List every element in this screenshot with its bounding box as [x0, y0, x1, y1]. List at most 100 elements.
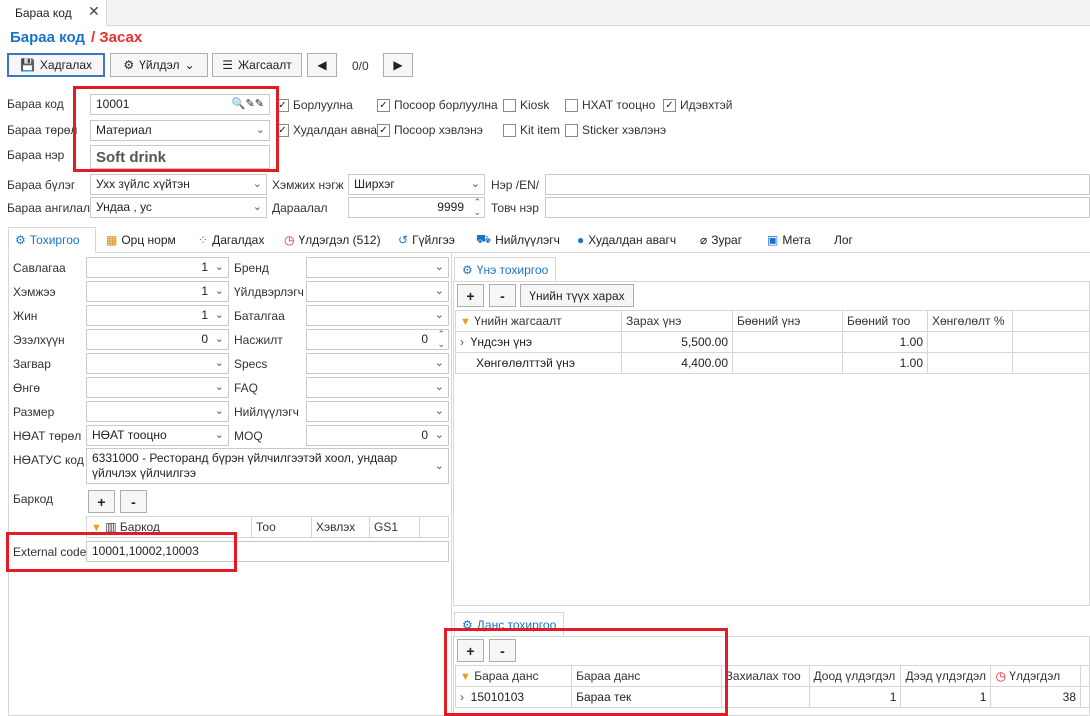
tab-recipe[interactable]: ▦ Орц норм [100, 227, 182, 253]
tab-balance[interactable]: ◷ Үлдэгдэл (512) [278, 227, 387, 253]
short-name-input[interactable] [545, 197, 1090, 218]
warranty-select[interactable]: ⌄ [306, 305, 449, 326]
filter-icon[interactable]: ▼ [460, 316, 471, 328]
moq-input[interactable]: 0 ⌄ [306, 425, 449, 446]
ongo-select[interactable]: ⌄ [86, 377, 229, 398]
vat-type-select[interactable]: НӨАТ тооцно ⌄ [86, 425, 229, 446]
check-kit[interactable]: Kit item [503, 123, 560, 137]
chevron-down-icon: ⌄ [214, 261, 224, 273]
specs-select[interactable]: ⌄ [306, 353, 449, 374]
remove-barcode-button[interactable]: - [120, 490, 147, 513]
unit-select[interactable]: Ширхэг ⌄ [348, 174, 485, 195]
gs1-col[interactable]: GS1 [369, 516, 420, 538]
empty-col [1080, 665, 1090, 687]
tab-meta[interactable]: ▣ Мета [761, 227, 817, 253]
brand-select[interactable]: ⌄ [306, 257, 449, 278]
col-sell-price[interactable]: Зарах үнэ [621, 310, 733, 332]
tab-label: Нийлүүлэгч [495, 233, 560, 247]
gear-icon: ⚙ [462, 262, 473, 277]
jin-input[interactable]: 1 ⌄ [86, 305, 229, 326]
order-value: 9999 [437, 200, 464, 214]
highlight-box [73, 86, 279, 172]
empty-col [419, 516, 449, 538]
ezlehuun-input[interactable]: 0 ⌄ [86, 329, 229, 350]
remove-price-button[interactable]: - [489, 284, 516, 307]
col-discount[interactable]: Хөнгөлөлт % [927, 310, 1013, 332]
tab-suppliers[interactable]: ⛟ Нийлүүлэгч [470, 227, 566, 253]
check-active[interactable]: ✓ Идэвхтэй [663, 98, 732, 112]
tab-label: Лог [834, 233, 853, 247]
check-borluulna[interactable]: ✓ Борлуулна [276, 98, 353, 112]
group-select[interactable]: Ухх зүйлс хүйтэн ⌄ [90, 174, 267, 195]
tab-label: Тохиргоо [29, 233, 80, 247]
clock-icon: ◷ [995, 669, 1006, 683]
qty-col[interactable]: Тоо [251, 516, 312, 538]
tab-customers[interactable]: ● Худалдан авагч [571, 227, 682, 253]
zagvar-select[interactable]: ⌄ [86, 353, 229, 374]
tab-images[interactable]: ⌀ Зураг [694, 227, 748, 253]
add-price-button[interactable]: + [457, 284, 484, 307]
col-order-qty[interactable]: Захиалах тоо [720, 665, 810, 687]
tab-transactions[interactable]: ↺ Гүйлгээ [392, 227, 461, 253]
col-wholesale-qty[interactable]: Бөөний тоо [842, 310, 928, 332]
check-kiosk[interactable]: Kiosk [503, 98, 549, 112]
hemjee-input[interactable]: 1 ⌄ [86, 281, 229, 302]
col-max-balance[interactable]: Дээд үлдэгдэл [900, 665, 992, 687]
tab-label: Зураг [711, 233, 743, 247]
category-select[interactable]: Ундаа , ус ⌄ [90, 197, 267, 218]
supplier-select[interactable]: ⌄ [306, 401, 449, 422]
razmer-select[interactable]: ⌄ [86, 401, 229, 422]
check-pos-sell[interactable]: ✓ Посоор борлуулна [377, 98, 498, 112]
table-row[interactable]: › Үндсэн үнэ 5,500.00 1.00 [455, 331, 1090, 353]
order-input[interactable]: 9999 ⌃ ⌄ [348, 197, 485, 218]
tab-settings[interactable]: ⚙ Тохиргоо [8, 227, 96, 253]
cell: Хөнгөлөлттэй үнэ [455, 352, 622, 374]
col-pricelist[interactable]: ▼ Үнийн жагсаалт [455, 310, 622, 332]
maker-select[interactable]: ⌄ [306, 281, 449, 302]
tab-label: Орц норм [121, 233, 176, 247]
faq-select[interactable]: ⌄ [306, 377, 449, 398]
vatus-label: НӨАТУС код [13, 453, 84, 467]
vatus-select[interactable]: 6331000 - Ресторанд бүрэн үйлчилгээтэй х… [86, 448, 449, 484]
check-label: Худалдан авна [293, 123, 378, 137]
spinner-icon[interactable]: ⌃ ⌄ [437, 330, 445, 349]
actions-dropdown-button[interactable]: ⚙ Үйлдэл ⌄ [110, 53, 208, 77]
table-row[interactable]: Хөнгөлөлттэй үнэ 4,400.00 1.00 [455, 352, 1090, 374]
chevron-down-icon: ⌄ [184, 58, 195, 72]
meta-icon: ▣ [767, 233, 779, 247]
cell [1080, 686, 1090, 708]
add-barcode-button[interactable]: + [88, 490, 115, 513]
savlagaa-input[interactable]: 1 ⌄ [86, 257, 229, 278]
next-button[interactable]: ▶ [383, 53, 413, 77]
col-wholesale-price[interactable]: Бөөний үнэ [732, 310, 843, 332]
tab-log[interactable]: Лог [828, 227, 859, 253]
highlight-box [444, 628, 728, 716]
tab-price-settings[interactable]: ⚙ Үнэ тохиргоо [454, 257, 557, 282]
col-balance[interactable]: ◷ Үлдэгдэл [990, 665, 1081, 687]
checkbox-box [503, 123, 516, 137]
list-button[interactable]: ☰ Жагсаалт [212, 53, 302, 77]
spinner-icon[interactable]: ⌃ ⌄ [473, 198, 481, 217]
cell [927, 352, 1013, 374]
clock-icon: ◷ [284, 233, 295, 247]
print-col[interactable]: Хэвлэх [311, 516, 370, 538]
save-button[interactable]: 💾 Хадгалах [7, 53, 105, 77]
check-pos-print[interactable]: ✓ Посоор хэвлэнэ [377, 123, 483, 137]
check-nhat[interactable]: НХАТ тооцно [565, 98, 655, 112]
close-icon[interactable]: ✕ [88, 3, 100, 20]
chevron-down-icon: ⌄ [214, 333, 224, 345]
group-value: Ухх зүйлс хүйтэн [96, 177, 190, 191]
prev-button[interactable]: ◀ [307, 53, 337, 77]
caret-left-icon: ◀ [317, 58, 327, 72]
order-label: Дараалал [272, 201, 328, 215]
document-tab[interactable]: Бараа код ✕ [0, 0, 107, 26]
expand-icon[interactable]: › [460, 335, 464, 349]
name-en-input[interactable] [545, 174, 1090, 195]
check-sticker[interactable]: Sticker хэвлэнэ [565, 123, 666, 137]
tab-accessory[interactable]: ⁘ Дагалдах [192, 227, 270, 253]
col-min-balance[interactable]: Доод үлдэгдэл [808, 665, 902, 687]
price-history-button[interactable]: Үнийн түүх харах [520, 284, 634, 307]
check-purchase[interactable]: ✓ Худалдан авна [276, 123, 377, 137]
nasjilt-input[interactable]: 0 ⌃ ⌄ [306, 329, 449, 350]
person-icon: ● [577, 233, 585, 247]
